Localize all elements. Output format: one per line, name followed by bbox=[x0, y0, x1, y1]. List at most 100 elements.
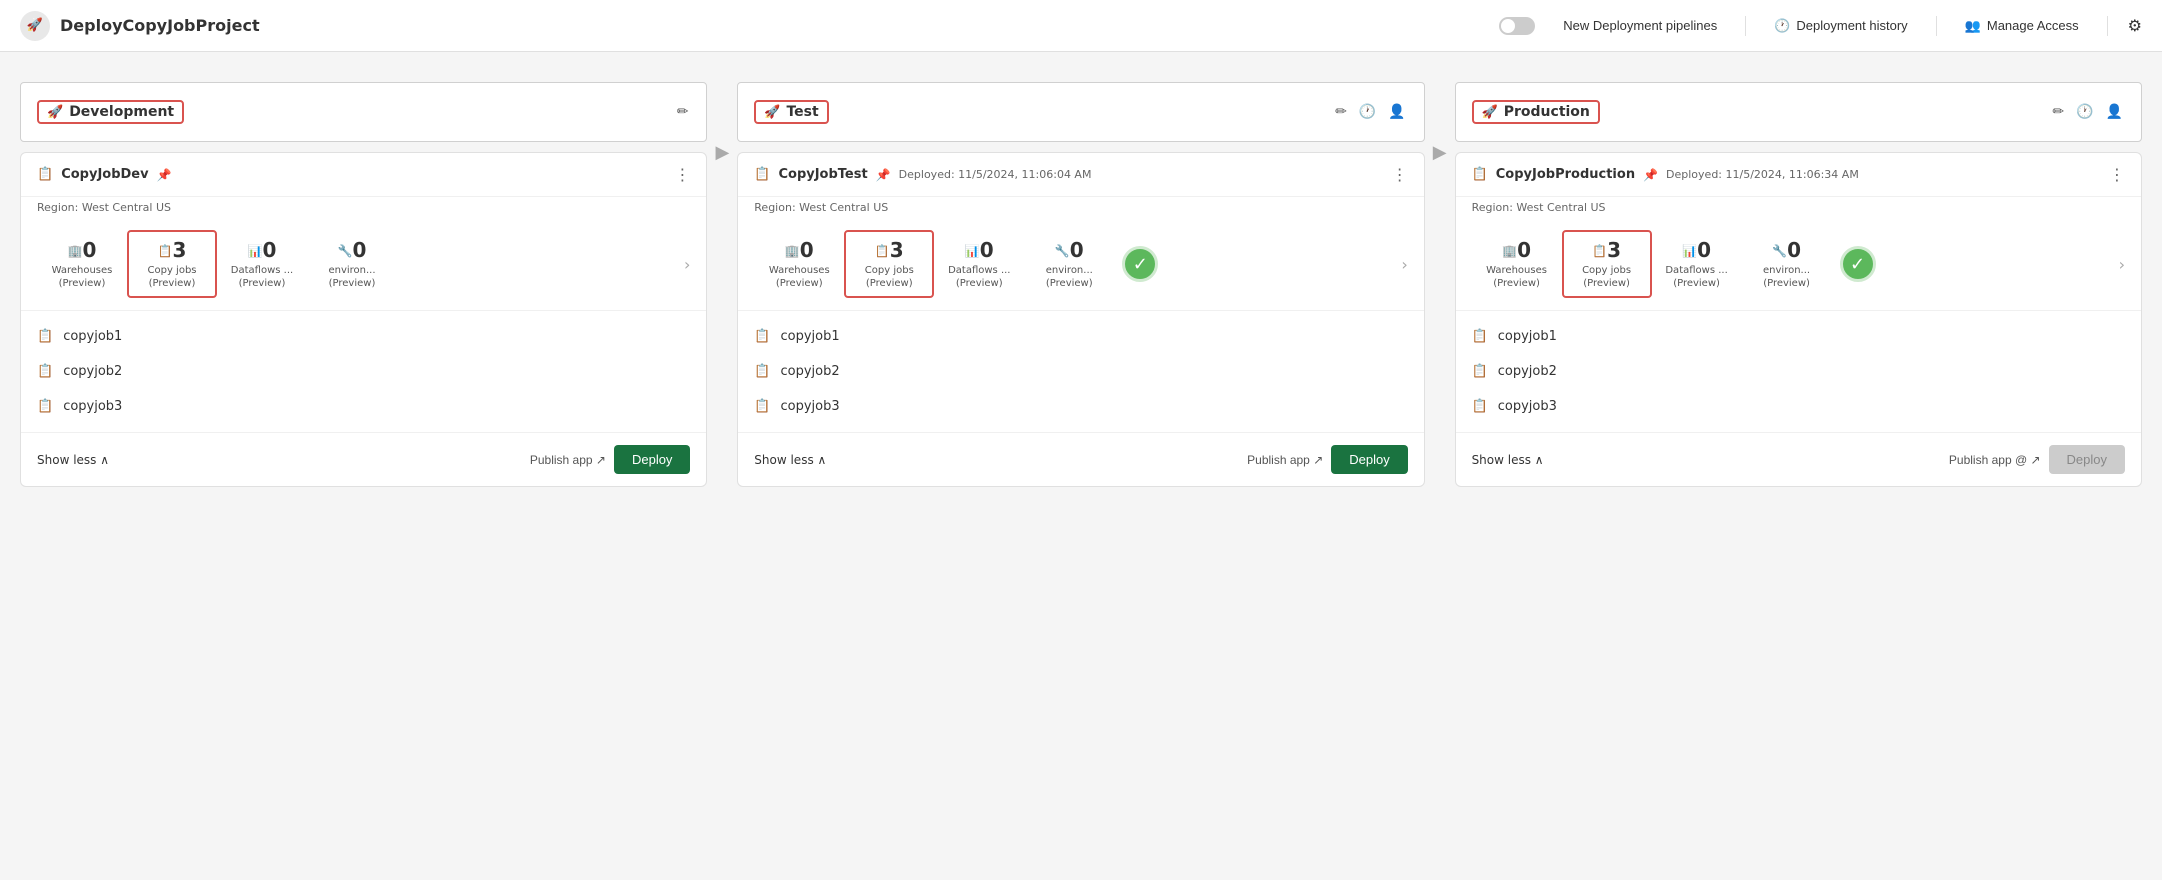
edit-icon-production[interactable]: ✏ bbox=[2050, 102, 2066, 122]
stage-production: 🚀Production✏🕐👤📋CopyJobProduction📌Deploye… bbox=[1455, 82, 2142, 487]
list-item-icon-2-production: 📋 bbox=[1472, 399, 1488, 414]
card-title-section-production: 📋CopyJobProduction📌Deployed: 11/5/2024, … bbox=[1472, 167, 1859, 182]
metric-1-development[interactable]: 📋3Copy jobs (Preview) bbox=[127, 230, 217, 298]
metric-2-production[interactable]: 📊0Dataflows ... (Preview) bbox=[1652, 232, 1742, 296]
show-less-button-production[interactable]: Show less ∧ bbox=[1472, 453, 1544, 467]
publish-app-button-production[interactable]: Publish app @ ↗ bbox=[1949, 453, 2041, 467]
metric-0-production[interactable]: 🏢0Warehouses (Preview) bbox=[1472, 232, 1562, 296]
show-less-button-development[interactable]: Show less ∧ bbox=[37, 453, 109, 467]
list-item-2-test[interactable]: 📋copyjob3 bbox=[738, 389, 1423, 424]
settings-icon[interactable]: ⚙ bbox=[2128, 16, 2142, 35]
card-header-test: 📋CopyJobTest📌Deployed: 11/5/2024, 11:06:… bbox=[738, 153, 1423, 197]
card-region-production: Region: West Central US bbox=[1456, 197, 2141, 222]
app-logo: 🚀 bbox=[20, 11, 50, 41]
deployment-history-button[interactable]: 🕐 Deployment history bbox=[1766, 14, 1915, 38]
pipeline-container: 🚀 Development ✏ 📋CopyJobDev📌⋮ Region: West C… bbox=[20, 82, 2142, 487]
history-icon-production[interactable]: 🕐 bbox=[2074, 102, 2095, 122]
list-item-0-test[interactable]: 📋copyjob1 bbox=[738, 319, 1423, 354]
new-deployment-label: New Deployment pipelines bbox=[1563, 18, 1717, 33]
card-title-test: CopyJobTest bbox=[778, 167, 867, 182]
history-icon-test[interactable]: 🕐 bbox=[1357, 102, 1378, 122]
env-icon-metric-development: 🔧 bbox=[338, 244, 353, 258]
list-item-2-production[interactable]: 📋copyjob3 bbox=[1456, 389, 2141, 424]
new-deployment-pipelines-button[interactable]: New Deployment pipelines bbox=[1555, 14, 1725, 37]
deployment-history-label: Deployment history bbox=[1796, 18, 1907, 33]
list-item-1-production[interactable]: 📋copyjob2 bbox=[1456, 354, 2141, 389]
env-icon-metric-test: 🔧 bbox=[1055, 244, 1070, 258]
list-item-0-production[interactable]: 📋copyjob1 bbox=[1456, 319, 2141, 354]
more-options-button-development[interactable]: ⋮ bbox=[674, 165, 690, 184]
stage-header-left-test: 🚀Test bbox=[754, 100, 828, 124]
metric-count-0-development: 0 bbox=[83, 238, 97, 262]
metric-label-3-development: environ... (Preview) bbox=[328, 264, 375, 290]
edit-icon-development[interactable]: ✏ bbox=[675, 102, 691, 122]
metric-1-production[interactable]: 📋3Copy jobs (Preview) bbox=[1562, 230, 1652, 298]
stage-arrow-1: ▶ bbox=[707, 82, 737, 163]
metric-count-0-test: 0 bbox=[800, 238, 814, 262]
show-less-button-test[interactable]: Show less ∧ bbox=[754, 453, 826, 467]
list-item-2-development[interactable]: 📋copyjob3 bbox=[21, 389, 706, 424]
users-icon-production[interactable]: 👤 bbox=[2104, 102, 2125, 122]
arrow-icon: ▶ bbox=[707, 142, 737, 163]
metric-label-2-development: Dataflows ... (Preview) bbox=[231, 264, 293, 290]
metric-3-development[interactable]: 🔧0environ... (Preview) bbox=[307, 232, 397, 296]
footer-actions-development: Publish app ↗ Deploy bbox=[530, 445, 691, 474]
metric-2-test[interactable]: 📊0Dataflows ... (Preview) bbox=[934, 232, 1024, 296]
list-item-icon-0-development: 📋 bbox=[37, 329, 53, 344]
card-header-development: 📋CopyJobDev📌⋮ bbox=[21, 153, 706, 197]
history-icon: 🕐 bbox=[1774, 18, 1790, 34]
stage-card-production: 📋CopyJobProduction📌Deployed: 11/5/2024, … bbox=[1455, 152, 2142, 487]
stage-name-development: Development bbox=[69, 104, 174, 120]
users-icon: 👥 bbox=[1965, 18, 1981, 34]
metrics-expand-arrow-development[interactable]: › bbox=[684, 255, 690, 274]
metric-1-test[interactable]: 📋3Copy jobs (Preview) bbox=[844, 230, 934, 298]
manage-access-button[interactable]: 👥 Manage Access bbox=[1957, 14, 2087, 38]
list-item-text-0-production: copyjob1 bbox=[1498, 329, 1557, 344]
copy-job-icon-development: 📋 bbox=[37, 167, 53, 182]
card-title-section-test: 📋CopyJobTest📌Deployed: 11/5/2024, 11:06:… bbox=[754, 167, 1091, 182]
list-item-icon-2-development: 📋 bbox=[37, 399, 53, 414]
list-item-text-1-test: copyjob2 bbox=[780, 364, 839, 379]
dataflow-icon-metric-production: 📊 bbox=[1682, 244, 1697, 258]
dataflow-icon-metric-test: 📊 bbox=[965, 244, 980, 258]
metric-0-development[interactable]: 🏢0Warehouses (Preview) bbox=[37, 232, 127, 296]
edit-icon-test[interactable]: ✏ bbox=[1333, 102, 1349, 122]
metric-2-development[interactable]: 📊0Dataflows ... (Preview) bbox=[217, 232, 307, 296]
list-item-text-1-development: copyjob2 bbox=[63, 364, 122, 379]
success-indicator-test: ✓ bbox=[1122, 246, 1158, 282]
metric-count-2-development: 0 bbox=[263, 238, 277, 262]
card-footer-development: Show less ∧ Publish app ↗ Deploy bbox=[21, 432, 706, 486]
stage-header-icons-test: ✏ 🕐 👤 bbox=[1333, 102, 1408, 122]
dataflow-icon-metric-development: 📊 bbox=[248, 244, 263, 258]
new-deployment-toggle[interactable] bbox=[1499, 17, 1535, 35]
metrics-expand-arrow-test[interactable]: › bbox=[1401, 255, 1407, 274]
metric-0-test[interactable]: 🏢0Warehouses (Preview) bbox=[754, 232, 844, 296]
deploy-button-production[interactable]: Deploy bbox=[2049, 445, 2125, 474]
header-right: New Deployment pipelines 🕐 Deployment hi… bbox=[1499, 14, 2142, 38]
success-indicator-production: ✓ bbox=[1840, 246, 1876, 282]
users-icon-test[interactable]: 👤 bbox=[1386, 102, 1407, 122]
list-item-0-development[interactable]: 📋 copyjob1 bbox=[21, 319, 706, 354]
card-title-production: CopyJobProduction bbox=[1496, 167, 1635, 182]
pin-icon-production: 📌 bbox=[1643, 168, 1658, 182]
items-list-production: 📋copyjob1📋copyjob2📋copyjob3 bbox=[1456, 311, 2141, 432]
publish-app-button-development[interactable]: Publish app ↗ bbox=[530, 453, 606, 467]
copy-icon-metric-test: 📋 bbox=[875, 244, 890, 258]
metric-3-test[interactable]: 🔧0environ... (Preview) bbox=[1024, 232, 1114, 296]
list-item-text-0-development: copyjob1 bbox=[63, 329, 122, 344]
metric-3-production[interactable]: 🔧0environ... (Preview) bbox=[1742, 232, 1832, 296]
more-options-button-production[interactable]: ⋮ bbox=[2109, 165, 2125, 184]
list-item-1-test[interactable]: 📋copyjob2 bbox=[738, 354, 1423, 389]
publish-app-button-test[interactable]: Publish app ↗ bbox=[1247, 453, 1323, 467]
metrics-expand-arrow-production[interactable]: › bbox=[2119, 255, 2125, 274]
app-header: 🚀 DeployCopyJobProject New Deployment pi… bbox=[0, 0, 2162, 52]
card-region-test: Region: West Central US bbox=[738, 197, 1423, 222]
footer-actions-test: Publish app ↗ Deploy bbox=[1247, 445, 1408, 474]
list-item-1-development[interactable]: 📋copyjob2 bbox=[21, 354, 706, 389]
stage-icon-development: 🚀 bbox=[47, 105, 63, 120]
metric-count-1-development: 3 bbox=[173, 238, 187, 262]
deploy-button-test[interactable]: Deploy bbox=[1331, 445, 1407, 474]
deploy-button-development[interactable]: Deploy bbox=[614, 445, 690, 474]
more-options-button-test[interactable]: ⋮ bbox=[1392, 165, 1408, 184]
list-item-icon-1-production: 📋 bbox=[1472, 364, 1488, 379]
